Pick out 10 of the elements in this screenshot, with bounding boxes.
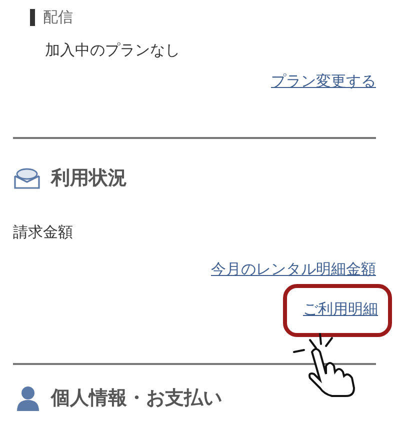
- section-marker: [30, 9, 35, 26]
- section-heading: 個人情報・お支払い: [51, 386, 222, 411]
- section-heading: 利用状況: [51, 166, 127, 191]
- billing-label: 請求金額: [13, 223, 74, 242]
- plan-status: 加入中のプランなし: [44, 41, 181, 60]
- person-icon: [15, 385, 41, 411]
- statement-link[interactable]: 今月のレンタル明細金額: [211, 258, 376, 281]
- envelope-icon: [13, 166, 41, 190]
- change-plan-link[interactable]: プラン変更する: [271, 70, 376, 93]
- section-label: 配信: [43, 8, 73, 27]
